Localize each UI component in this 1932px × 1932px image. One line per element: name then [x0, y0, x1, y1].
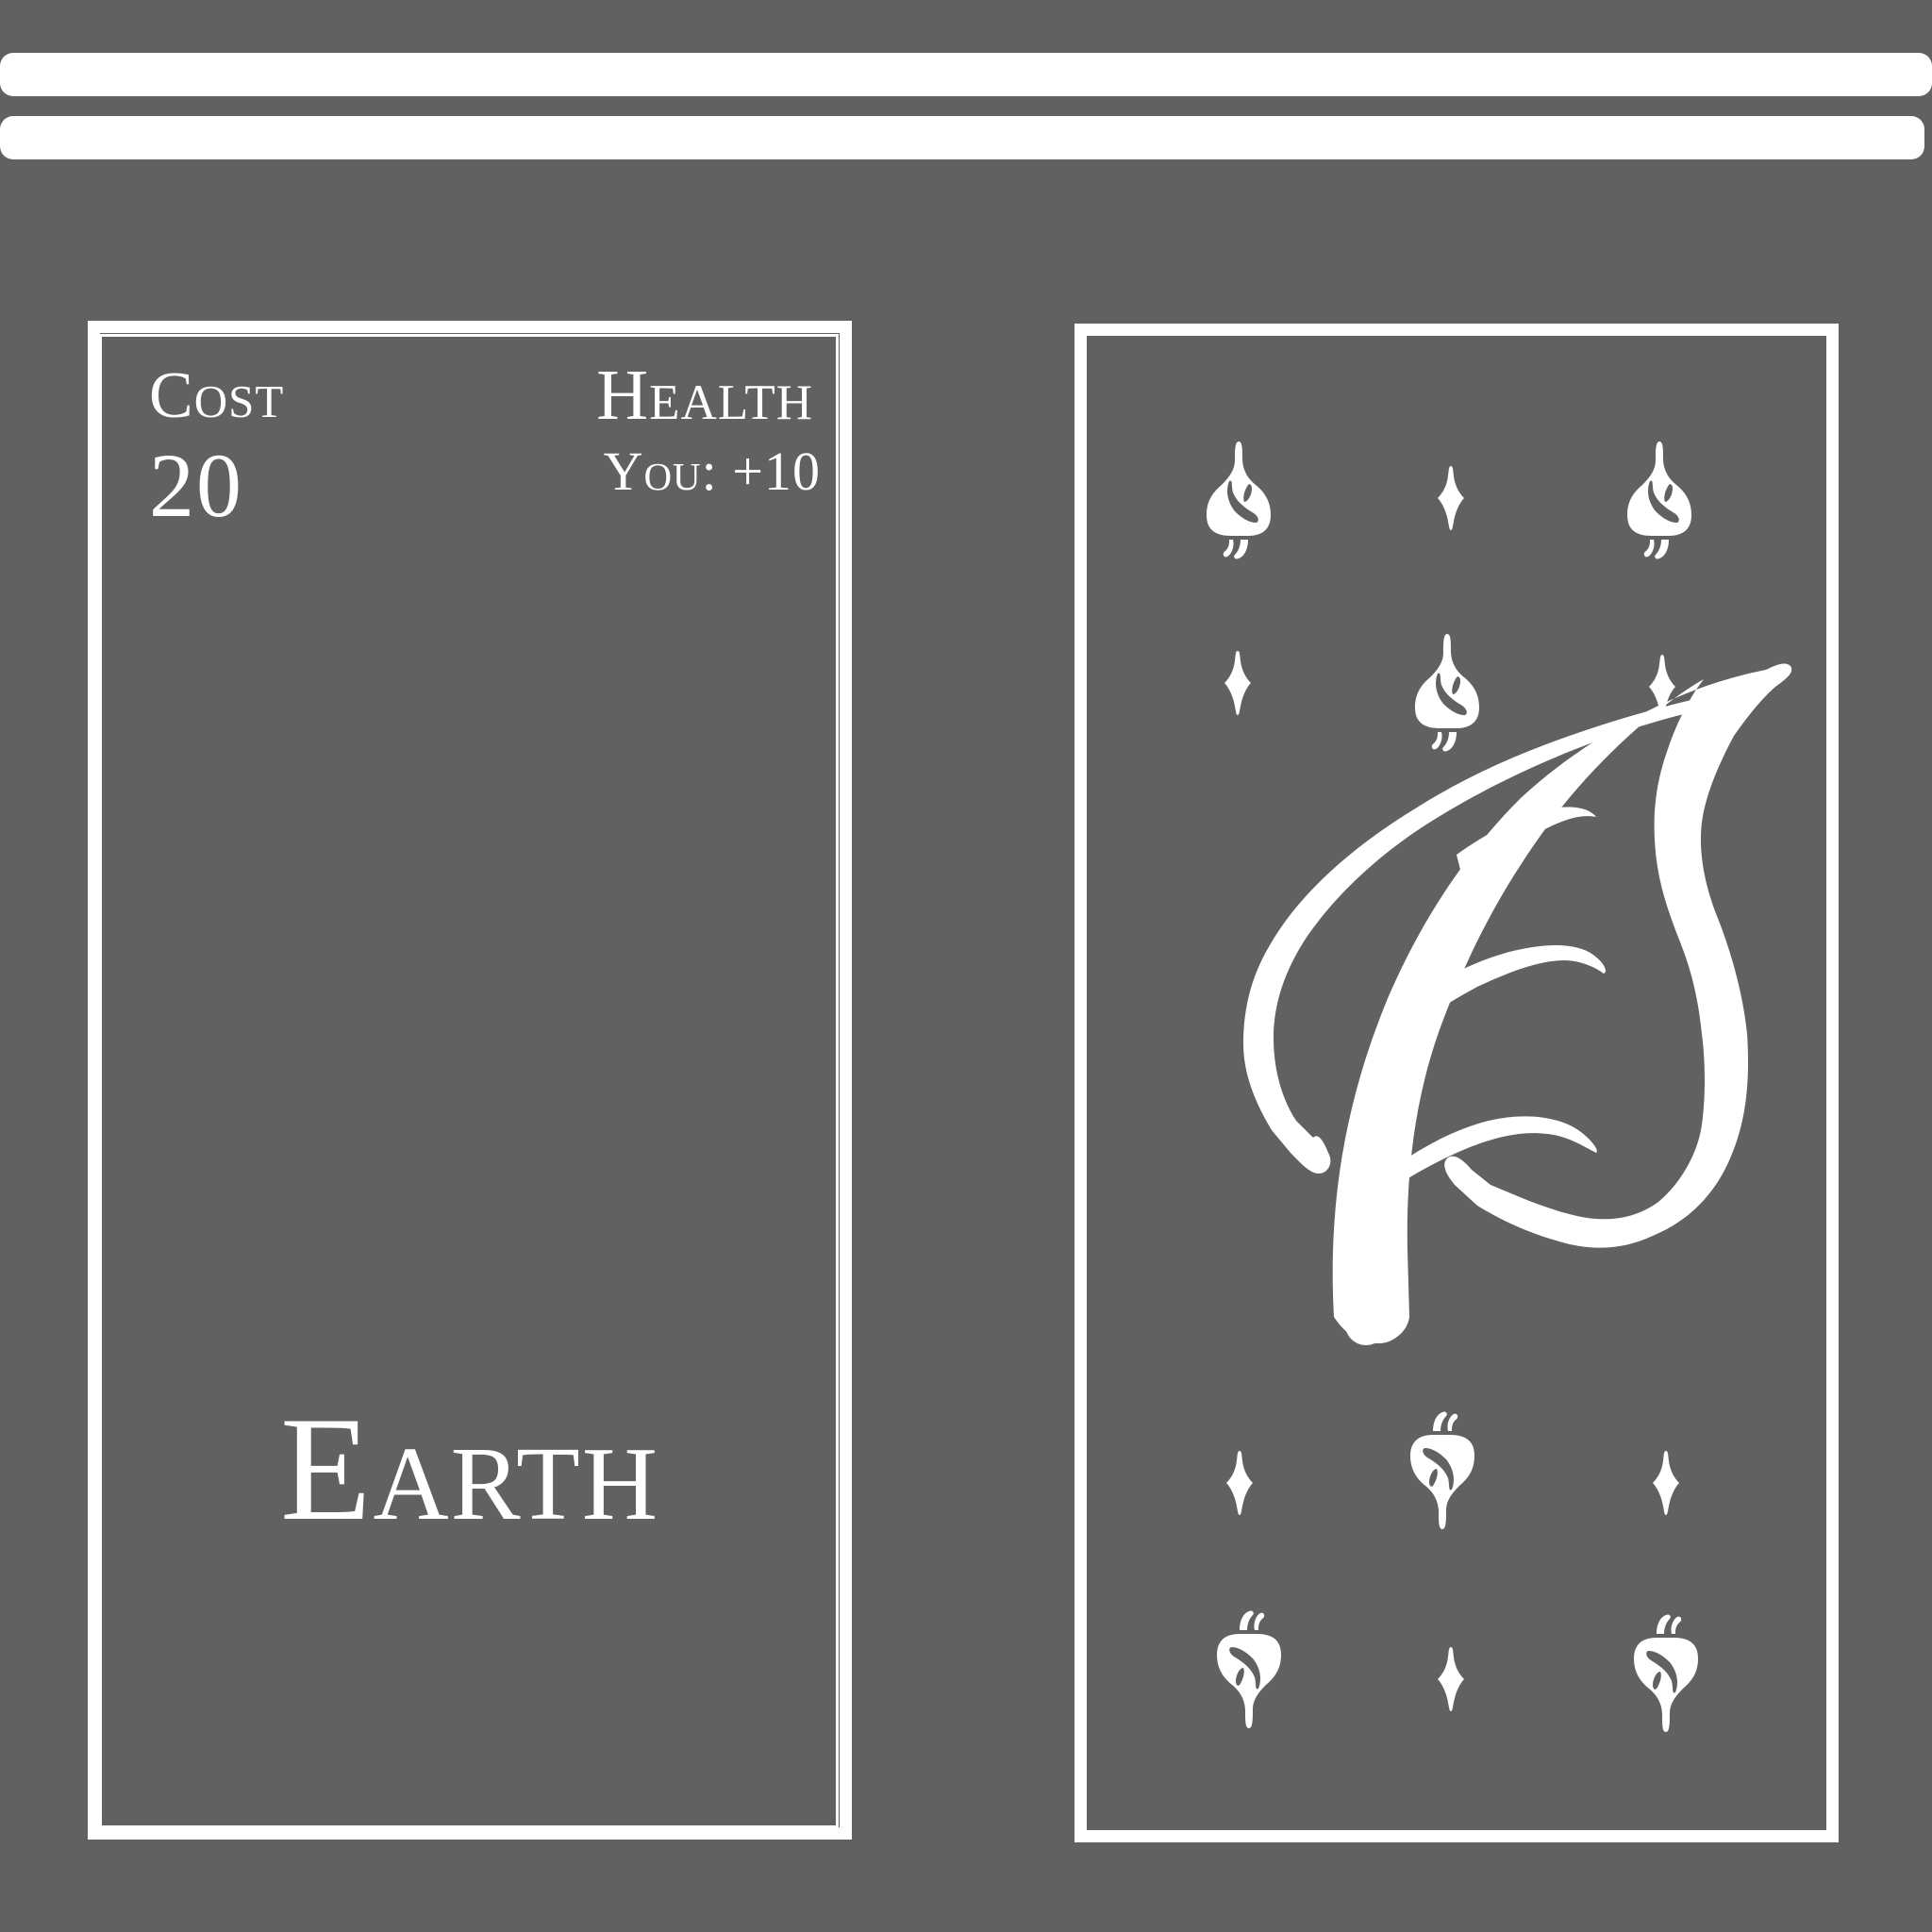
- top-bar-upper: [0, 53, 1932, 96]
- health-label: Health: [596, 356, 813, 435]
- pip-sparkle-icon: [1226, 1451, 1253, 1515]
- pip-sparkle-icon: [1224, 651, 1251, 715]
- pip-sparkle-icon: [1438, 466, 1464, 530]
- card-name: Earth: [279, 1387, 659, 1552]
- health-value: You: +10: [603, 441, 821, 502]
- pip-sparkle-icon: [1438, 1647, 1464, 1711]
- pip-sparkle-icon: [1653, 1451, 1679, 1515]
- top-bar-lower: [0, 116, 1924, 159]
- pip-sprout-icon: [1410, 1411, 1474, 1529]
- pip-sprout-icon: [1634, 1614, 1698, 1732]
- stylized-leaf-icon: [1243, 663, 1792, 1345]
- pip-sprout-icon: [1217, 1610, 1281, 1728]
- pip-sprout-icon: [1207, 441, 1271, 559]
- card-art: [1207, 441, 1792, 1732]
- card-info-panel[interactable]: Cost 20 Health You: +10 Earth: [90, 323, 850, 1838]
- pip-sprout-icon: [1415, 634, 1479, 752]
- card-art-panel[interactable]: [1076, 325, 1837, 1840]
- cost-label: Cost: [149, 359, 285, 432]
- pip-sprout-icon: [1627, 441, 1691, 559]
- cost-value: 20: [149, 435, 243, 536]
